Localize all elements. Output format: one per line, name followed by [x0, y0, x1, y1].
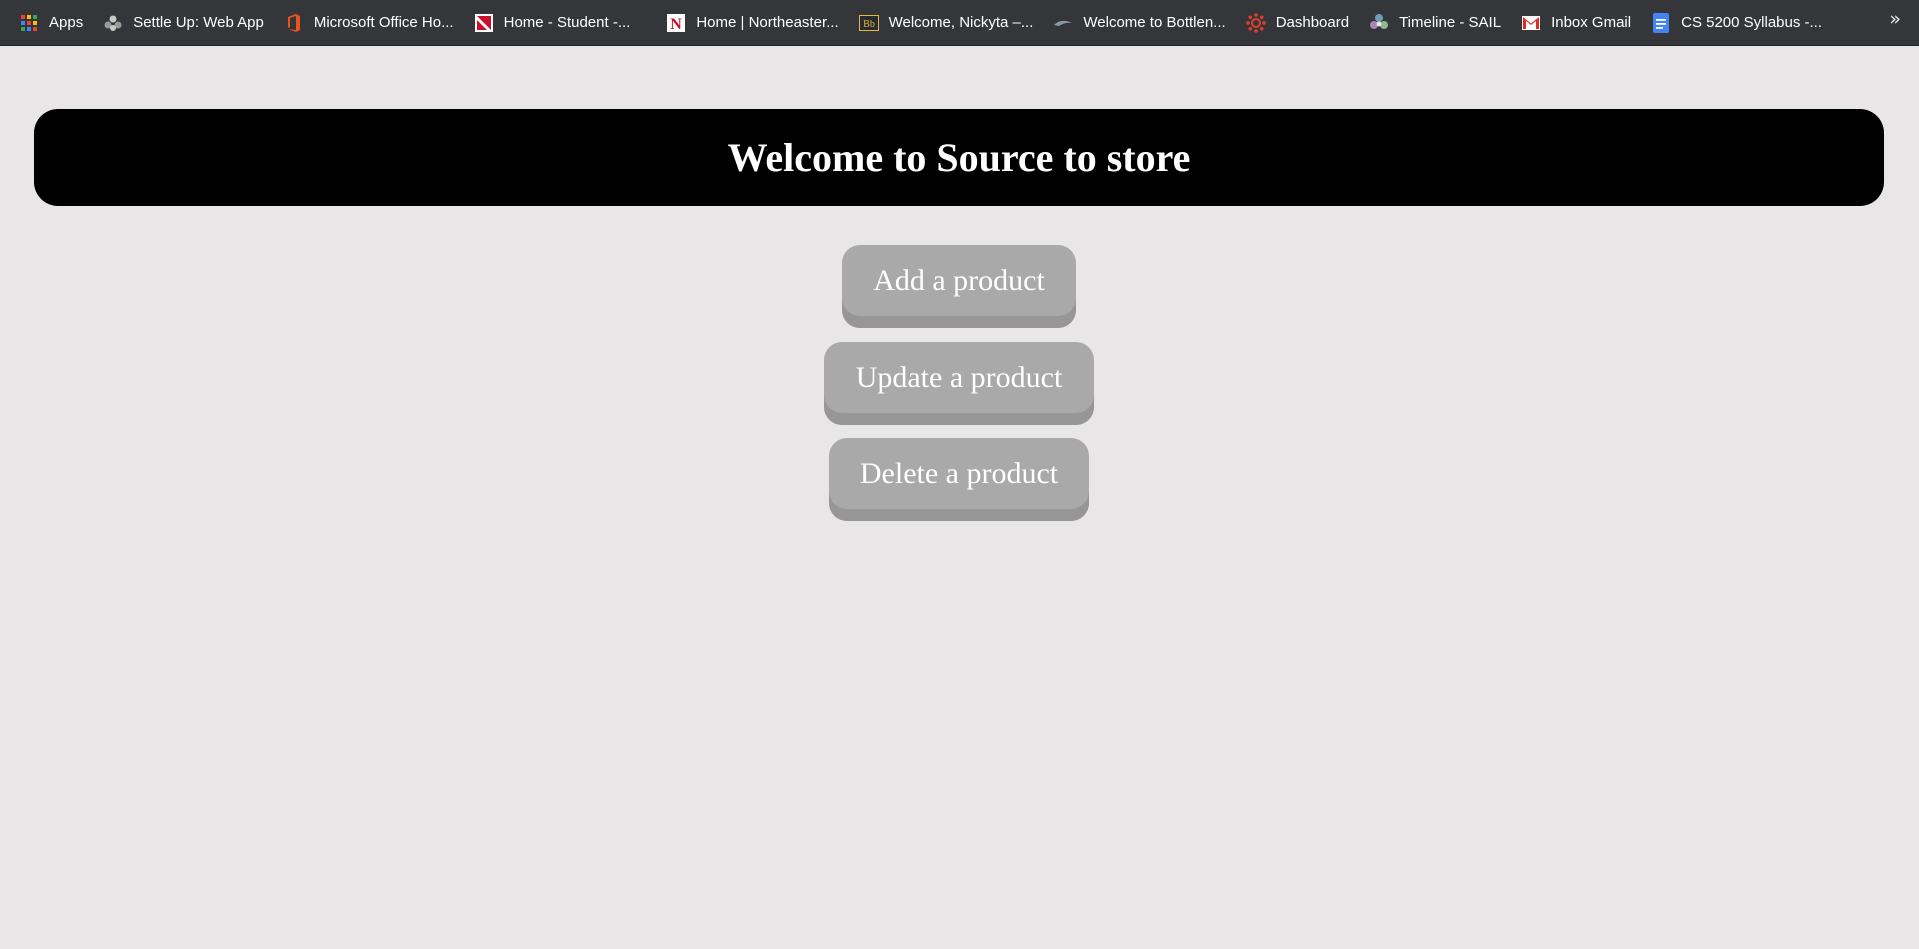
bookmark-label: Home - Student -...: [503, 14, 631, 31]
northeastern-n-icon: N: [666, 13, 686, 33]
bookmark-label: Settle Up: Web App: [133, 14, 264, 31]
svg-text:N: N: [671, 16, 683, 32]
delete-product-button[interactable]: Delete a product: [829, 438, 1089, 521]
bookmark-dashboard[interactable]: Dashboard: [1241, 6, 1357, 40]
bookmark-label: Welcome to Bottlen...: [1083, 14, 1226, 31]
apps-grid-icon: [19, 13, 39, 33]
bookmark-label: Microsoft Office Ho...: [313, 14, 454, 31]
bookmark-label: Dashboard: [1275, 14, 1350, 31]
add-product-button[interactable]: Add a product: [842, 245, 1076, 328]
google-docs-icon: [1651, 12, 1671, 33]
svg-text:Bb: Bb: [863, 19, 875, 30]
bookmark-cs5200-syllabus[interactable]: CS 5200 Syllabus -...: [1646, 6, 1830, 40]
bookmarks-overflow-chevron-icon[interactable]: »: [1889, 8, 1901, 30]
bookmark-label: CS 5200 Syllabus -...: [1681, 14, 1823, 31]
gmail-icon: [1521, 13, 1541, 33]
bookmark-label: Apps: [49, 14, 84, 31]
bookmark-blackboard[interactable]: Bb Welcome, Nickyta –...: [854, 6, 1042, 40]
bookmark-microsoft-office[interactable]: Microsoft Office Ho...: [279, 6, 462, 40]
office-icon: [284, 13, 304, 33]
bookmark-gmail[interactable]: Inbox Gmail: [1516, 6, 1639, 40]
welcome-banner: Welcome to Source to store: [34, 109, 1884, 206]
blackboard-icon: Bb: [858, 13, 879, 33]
sail-icon: [1369, 13, 1389, 33]
bookmark-northeastern-home[interactable]: N Home | Northeaster...: [661, 6, 846, 40]
update-product-button[interactable]: Update a product: [824, 342, 1094, 425]
bookmark-label: Home | Northeaster...: [696, 14, 839, 31]
bookmark-settle-up[interactable]: Settle Up: Web App: [98, 6, 272, 40]
bookmark-student-home[interactable]: Home - Student -...: [469, 6, 639, 40]
bottlenose-icon: [1053, 13, 1073, 33]
bookmark-apps[interactable]: Apps: [14, 6, 91, 40]
bookmark-label: Inbox Gmail: [1551, 14, 1632, 31]
canvas-dashboard-icon: [1245, 12, 1266, 33]
bookmark-label: Timeline - SAIL: [1399, 14, 1502, 31]
bookmark-sail-timeline[interactable]: Timeline - SAIL: [1364, 6, 1509, 40]
bookmark-bottlenose[interactable]: Welcome to Bottlen...: [1048, 6, 1233, 40]
northeastern-student-icon: [474, 13, 494, 33]
bookmark-label: Welcome, Nickyta –...: [888, 14, 1034, 31]
settle-up-icon: [103, 13, 123, 33]
page-title: Welcome to Source to store: [727, 135, 1191, 180]
bookmarks-bar: Apps Settle Up: Web App Microsoft Office…: [0, 0, 1919, 46]
